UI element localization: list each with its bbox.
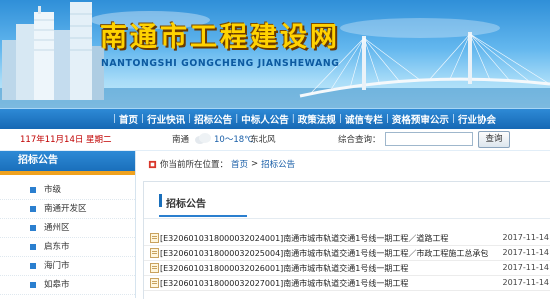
notice-date: 2017-11-14: [502, 263, 550, 272]
nav-item-winning-bidder[interactable]: 中标人公告: [241, 112, 289, 126]
square-bullet-icon: [30, 225, 36, 231]
sidebar-item-label: 通州区: [44, 223, 70, 233]
square-bullet-icon: [30, 263, 36, 269]
panel-title-underline: [159, 215, 247, 217]
sidebar-item-label: 如皋市: [44, 280, 70, 290]
square-bullet-icon: [30, 282, 36, 288]
cloud-weather-icon: [195, 133, 211, 144]
list-item[interactable]: [E3206010318000032026001]南通市城市轨道交通1号线一期工…: [144, 261, 550, 276]
main-content: 你当前所在位置： 首页 > 招标公告 招标公告 [E32060103180000…: [140, 151, 550, 299]
nav-separator: |: [188, 114, 192, 124]
nav-separator: |: [141, 114, 145, 124]
list-item[interactable]: [E3206010318000032025004]南通市城市轨道交通1号线一期工…: [144, 246, 550, 261]
breadcrumb-current[interactable]: 招标公告: [261, 158, 295, 170]
square-bullet-icon: [30, 244, 36, 250]
breadcrumb-prefix: 你当前所在位置：: [160, 160, 229, 170]
weather-temperature: 10～18℃: [214, 135, 254, 145]
panel-title: 招标公告: [166, 199, 206, 210]
list-item[interactable]: [E3206010318000032024001]南通市城市轨道交通1号线一期工…: [144, 231, 550, 246]
search-button[interactable]: 查询: [478, 131, 510, 148]
site-subtitle: NANTONGSHI GONGCHENG JIANSHEWANG: [101, 58, 340, 69]
document-icon: [150, 248, 159, 258]
notice-title-link[interactable]: [E3206010318000032025004]南通市城市轨道交通1号线一期工…: [160, 248, 488, 259]
sidebar-list: 市级 南通开发区 通州区 启东市 海门市 如皋市: [0, 175, 135, 295]
skyline: [2, 2, 104, 100]
breadcrumb: 你当前所在位置： 首页 > 招标公告: [148, 157, 295, 171]
notice-date: 2017-11-14: [502, 248, 550, 257]
square-bullet-icon: [30, 187, 36, 193]
weather-wind: 东北风: [250, 135, 276, 145]
sidebar-item-rugao[interactable]: 如皋市: [0, 276, 135, 295]
header-banner: 南通市工程建设网 NANTONGSHI GONGCHENG JIANSHEWAN…: [0, 0, 550, 108]
nav-separator: |: [235, 114, 239, 124]
notice-list: [E3206010318000032024001]南通市城市轨道交通1号线一期工…: [144, 231, 550, 291]
nav-item-home[interactable]: 首页: [119, 112, 138, 126]
sidebar-item-haimen[interactable]: 海门市: [0, 257, 135, 276]
document-icon: [150, 278, 159, 288]
notice-title-link[interactable]: [E3206010318000032026001]南通市城市轨道交通1号线一期工…: [160, 263, 408, 274]
square-bullet-icon: [30, 206, 36, 212]
nav-separator: |: [338, 114, 342, 124]
notice-date: 2017-11-14: [502, 278, 550, 287]
notice-title-link[interactable]: [E3206010318000032024001]南通市城市轨道交通1号线一期工…: [160, 233, 448, 244]
nav-separator: |: [385, 114, 389, 124]
nav-separator: |: [291, 114, 295, 124]
sidebar: 招标公告 市级 南通开发区 通州区 启东市 海门市 如皋市: [0, 151, 136, 298]
breadcrumb-separator: >: [251, 159, 259, 169]
sidebar-item-label: 市级: [44, 185, 62, 195]
sidebar-item-label: 南通开发区: [44, 204, 87, 214]
current-date: 117年11月14日 星期二: [20, 135, 112, 145]
sidebar-item-qidong[interactable]: 启东市: [0, 238, 135, 257]
main-nav: | 首页 | 行业快讯 | 招标公告 | 中标人公告 | 政策法规 | 诚信专栏…: [0, 108, 550, 129]
sidebar-item-tongzhou[interactable]: 通州区: [0, 219, 135, 238]
nav-item-association[interactable]: 行业协会: [458, 112, 496, 126]
weather-city: 南通: [172, 135, 190, 145]
nav-item-integrity[interactable]: 诚信专栏: [345, 112, 383, 126]
breadcrumb-home-link[interactable]: 首页: [231, 158, 248, 170]
site-title: 南通市工程建设网: [100, 22, 340, 53]
sidebar-item-development-zone[interactable]: 南通开发区: [0, 200, 135, 219]
list-item[interactable]: [E3206010318000032027001]南通市城市轨道交通1号线一期工…: [144, 276, 550, 291]
nav-item-prequalification[interactable]: 资格预审公示: [392, 112, 449, 126]
sidebar-item-city-level[interactable]: 市级: [0, 181, 135, 200]
nav-item-industry-news[interactable]: 行业快讯: [147, 112, 185, 126]
sidebar-title: 招标公告: [0, 151, 135, 175]
sidebar-item-label: 海门市: [44, 261, 70, 271]
document-icon: [150, 233, 159, 243]
nav-separator: |: [113, 114, 117, 124]
tender-notices-panel: 招标公告 [E3206010318000032024001]南通市城市轨道交通1…: [143, 181, 550, 299]
nav-item-policies[interactable]: 政策法规: [298, 112, 336, 126]
location-icon: [148, 160, 157, 168]
panel-title-marker: [159, 194, 162, 207]
document-icon: [150, 263, 159, 273]
sidebar-item-label: 启东市: [44, 242, 70, 252]
search-label: 综合查询：: [338, 135, 381, 145]
nav-item-tender-notices[interactable]: 招标公告: [194, 112, 232, 126]
panel-header: 招标公告: [144, 182, 550, 219]
notice-date: 2017-11-14: [502, 233, 550, 242]
search-input[interactable]: [385, 132, 473, 146]
info-bar: 117年11月14日 星期二 南通 10～18℃ 东北风 综合查询： 查询: [0, 129, 550, 151]
notice-title-link[interactable]: [E3206010318000032027001]南通市城市轨道交通1号线一期工…: [160, 278, 408, 289]
nav-separator: |: [451, 114, 455, 124]
